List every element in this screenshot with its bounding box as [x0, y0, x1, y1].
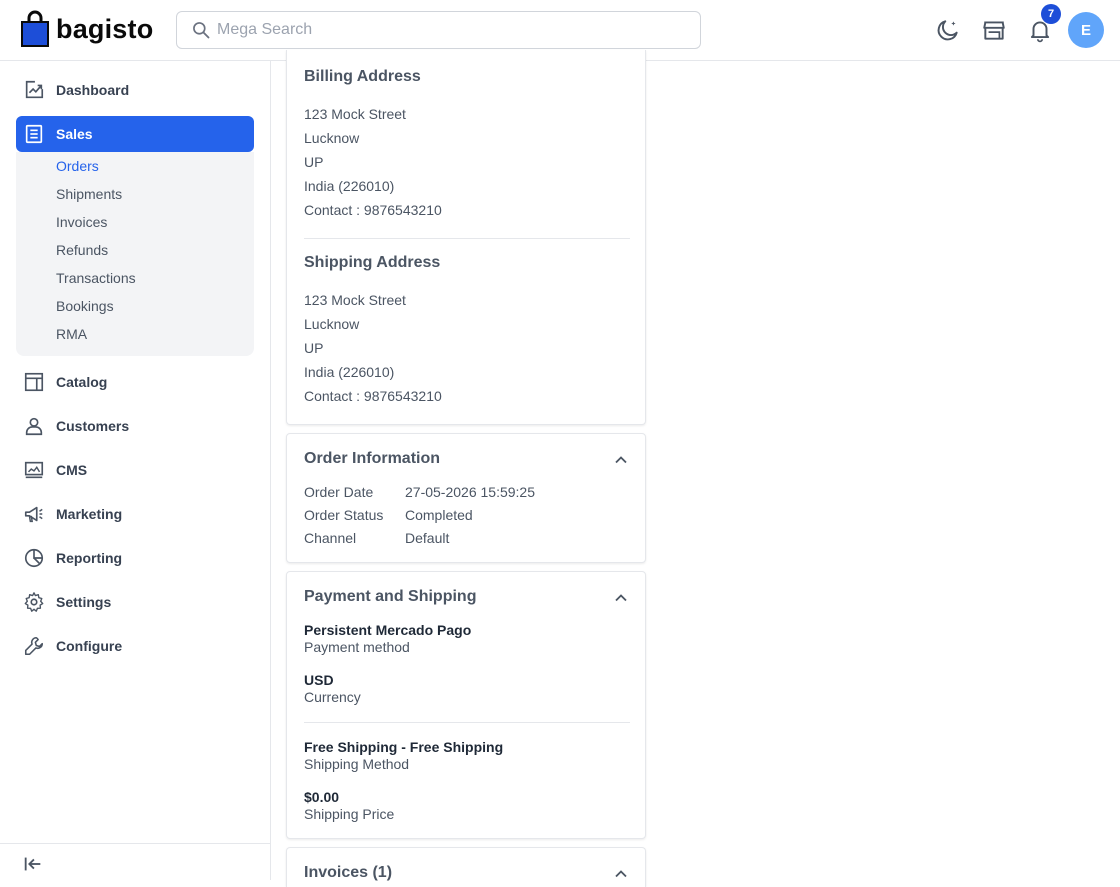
bagisto-logo[interactable]: bagisto: [20, 10, 153, 48]
submenu-rma[interactable]: RMA: [56, 326, 87, 342]
invoices-card: Invoices (1): [286, 847, 646, 887]
submenu-invoices[interactable]: Invoices: [56, 214, 107, 230]
sales-submenu: Orders Shipments Invoices Refunds Transa…: [16, 152, 254, 356]
shipping-line: UP: [304, 340, 324, 356]
sidebar-item-label: Marketing: [56, 506, 123, 522]
user-avatar[interactable]: E: [1068, 12, 1104, 48]
sidebar-item-label: Configure: [56, 638, 123, 654]
sidebar-item-label: Settings: [56, 594, 112, 610]
sidebar-item-label: Sales: [56, 126, 93, 142]
sidebar-item-label: Dashboard: [56, 82, 130, 98]
wrench-icon: [24, 636, 44, 656]
chevron-up-icon[interactable]: [611, 864, 631, 884]
shipping-price-label: Shipping Price: [304, 806, 395, 822]
sales-icon: [25, 124, 43, 144]
address-card: Billing Address 123 Mock Street Lucknow …: [286, 50, 646, 425]
sidebar-item-label: CMS: [56, 462, 88, 478]
billing-line: Lucknow: [304, 130, 360, 146]
mega-search[interactable]: [176, 11, 701, 49]
divider: [304, 238, 630, 239]
sidebar-item-customers[interactable]: Customers: [16, 408, 254, 444]
billing-line: India (226010): [304, 178, 395, 194]
order-status-label: Order Status: [304, 507, 384, 523]
sidebar-item-label: Reporting: [56, 550, 123, 566]
billing-line: UP: [304, 154, 324, 170]
order-status-value: Completed: [405, 507, 473, 523]
sidebar-item-cms[interactable]: CMS: [16, 452, 254, 488]
shopping-bag-icon: [20, 10, 50, 48]
payment-shipping-title: Payment and Shipping: [304, 588, 477, 605]
sidebar-item-sales[interactable]: Sales: [16, 116, 254, 152]
submenu-transactions[interactable]: Transactions: [56, 270, 136, 286]
storefront-icon[interactable]: [981, 17, 1007, 43]
payment-method-value: Persistent Mercado Pago: [304, 622, 472, 638]
pie-chart-icon: [24, 548, 44, 568]
submenu-orders[interactable]: Orders: [56, 158, 99, 174]
dark-mode-icon[interactable]: [935, 17, 961, 43]
order-date-value: 27-05-2026 15:59:25: [405, 484, 535, 500]
chevron-up-icon[interactable]: [611, 588, 631, 608]
customers-icon: [25, 417, 43, 436]
sidebar-item-label: Customers: [56, 418, 130, 434]
catalog-icon: [24, 372, 44, 392]
channel-label: Channel: [304, 530, 357, 546]
submenu-shipments[interactable]: Shipments: [56, 186, 122, 202]
collapse-sidebar-button[interactable]: [0, 843, 270, 880]
divider: [304, 722, 630, 723]
megaphone-icon: [24, 506, 43, 523]
submenu-refunds[interactable]: Refunds: [56, 242, 108, 258]
submenu-bookings[interactable]: Bookings: [56, 298, 114, 314]
order-information-title: Order Information: [304, 450, 441, 467]
channel-value: Default: [405, 530, 450, 546]
shipping-line: Lucknow: [304, 316, 360, 332]
shipping-line: Contact : 9876543210: [304, 388, 442, 404]
order-information-card: Order Information Order Date 27-05-2026 …: [286, 433, 646, 563]
currency-value: USD: [304, 672, 334, 688]
payment-method-label: Payment method: [304, 639, 410, 655]
shipping-line: 123 Mock Street: [304, 292, 406, 308]
billing-line: 123 Mock Street: [304, 106, 406, 122]
dashboard-icon: [25, 80, 44, 99]
sidebar-item-configure[interactable]: Configure: [16, 628, 254, 664]
invoices-title: Invoices (1): [304, 864, 393, 881]
shipping-price-value: $0.00: [304, 789, 340, 805]
payment-shipping-card: Payment and Shipping Persistent Mercado …: [286, 571, 646, 839]
gear-icon: [24, 592, 44, 612]
sidebar-item-marketing[interactable]: Marketing: [16, 496, 254, 532]
currency-label: Currency: [304, 689, 361, 705]
billing-line: Contact : 9876543210: [304, 202, 442, 218]
sidebar-item-settings[interactable]: Settings: [16, 584, 254, 620]
shipping-address-title: Shipping Address: [304, 254, 441, 271]
order-date-label: Order Date: [304, 484, 374, 500]
billing-address-title: Billing Address: [304, 68, 421, 85]
shipping-line: India (226010): [304, 364, 395, 380]
sidebar-item-reporting[interactable]: Reporting: [16, 540, 254, 576]
search-icon: [193, 22, 210, 39]
sidebar-item-dashboard[interactable]: Dashboard: [16, 72, 254, 108]
shipping-method-label: Shipping Method: [304, 756, 410, 772]
sidebar-item-catalog[interactable]: Catalog: [16, 364, 254, 400]
logo-text: bagisto: [56, 13, 154, 44]
sidebar: Dashboard Sales Orders Shipments Invoice…: [0, 61, 271, 880]
chevron-up-icon[interactable]: [611, 450, 631, 470]
sidebar-item-label: Catalog: [56, 374, 108, 390]
notification-badge: 7: [1041, 4, 1061, 24]
cms-icon: [24, 461, 44, 479]
search-input[interactable]: [217, 12, 687, 48]
collapse-left-icon: [24, 857, 41, 871]
shipping-method-value: Free Shipping - Free Shipping: [304, 739, 504, 755]
